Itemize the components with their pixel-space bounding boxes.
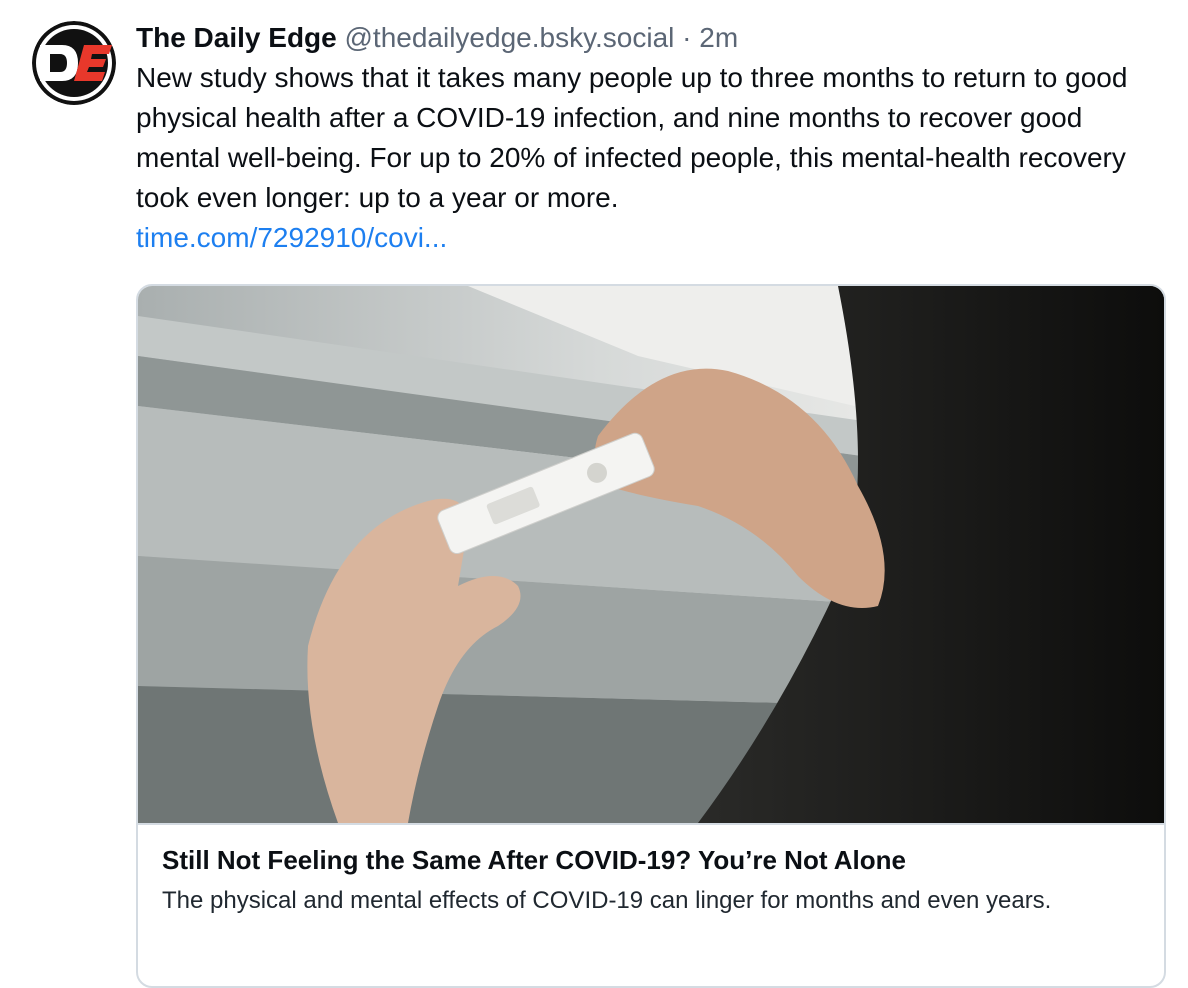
post-header: The Daily Edge @thedailyedge.bsky.social… [136,18,1166,58]
embed-thumbnail-image [138,286,1164,825]
post-text: New study shows that it takes many peopl… [136,62,1128,213]
embed-description: The physical and mental effects of COVID… [162,887,1052,914]
post: The Daily Edge @thedailyedge.bsky.social… [0,0,1188,988]
link-embed-card[interactable]: Still Not Feeling the Same After COVID-1… [136,284,1166,988]
daily-edge-logo-icon [32,21,116,105]
post-timestamp[interactable]: 2m [699,22,738,53]
embed-title: Still Not Feeling the Same After COVID-1… [162,845,906,875]
author-display-name[interactable]: The Daily Edge [136,22,337,53]
post-content: The Daily Edge @thedailyedge.bsky.social… [136,18,1166,258]
avatar[interactable] [32,21,116,105]
post-link[interactable]: time.com/7292910/covi... [136,218,447,258]
embed-text: Still Not Feeling the Same After COVID-1… [162,842,1142,918]
author-handle[interactable]: @thedailyedge.bsky.social [345,22,675,53]
header-separator: · [682,22,692,53]
